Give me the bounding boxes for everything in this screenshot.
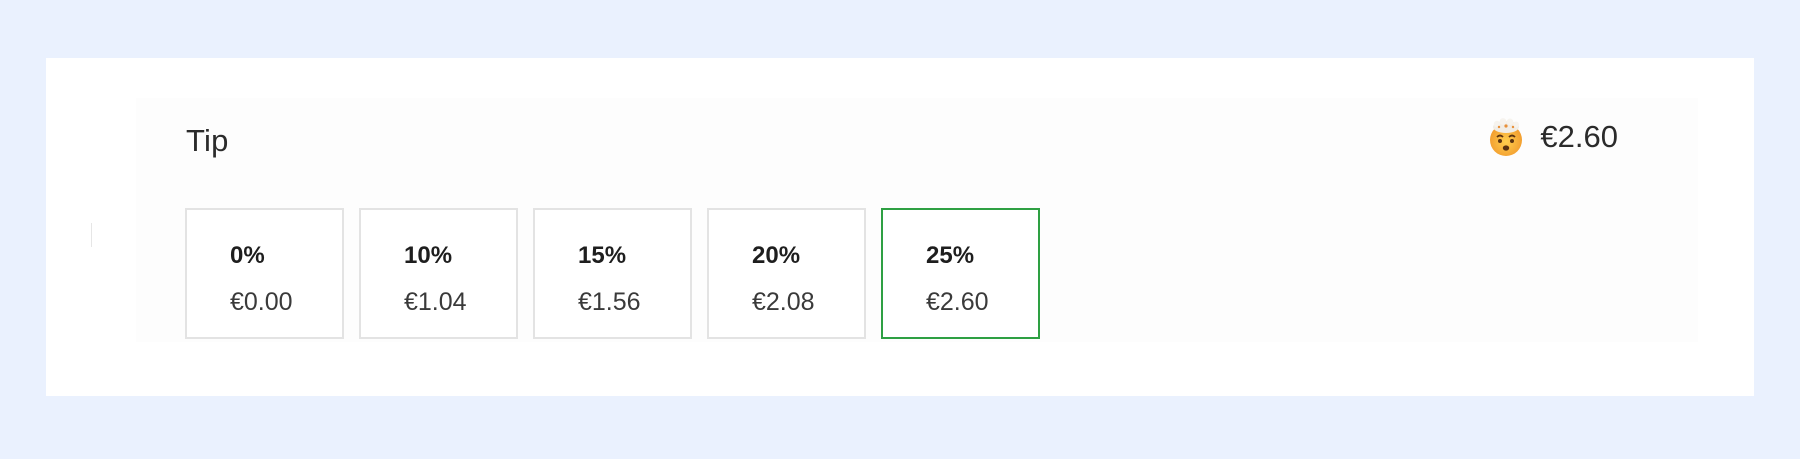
tip-option-amount: €0.00 [230,288,293,316]
tip-option-percent: 15% [578,242,627,269]
tip-option-0[interactable]: 0% €0.00 [185,208,344,339]
tip-option-percent: 20% [752,242,801,269]
tip-option-percent: 10% [404,242,453,269]
tip-card: Tip €2.60 0% €0.00 10% €1.04 15% €1.56 2… [46,58,1754,396]
tip-option-amount: €2.08 [752,288,815,316]
tip-heading: Tip [186,123,229,158]
tip-options: 0% €0.00 10% €1.04 15% €1.56 20% €2.08 2… [185,208,1040,339]
tip-option-10[interactable]: 10% €1.04 [359,208,518,339]
tip-option-25[interactable]: 25% €2.60 [881,208,1040,339]
tip-option-amount: €1.56 [578,288,641,316]
divider [91,223,92,247]
tip-option-20[interactable]: 20% €2.08 [707,208,866,339]
tip-option-percent: 0% [230,242,265,269]
tip-option-amount: €2.60 [926,288,989,316]
selected-tip-amount: €2.60 [1540,119,1618,154]
tip-summary: €2.60 [1486,117,1618,157]
tip-option-percent: 25% [926,242,975,269]
exploding-head-icon [1486,117,1526,157]
tip-option-15[interactable]: 15% €1.56 [533,208,692,339]
tip-option-amount: €1.04 [404,288,467,316]
